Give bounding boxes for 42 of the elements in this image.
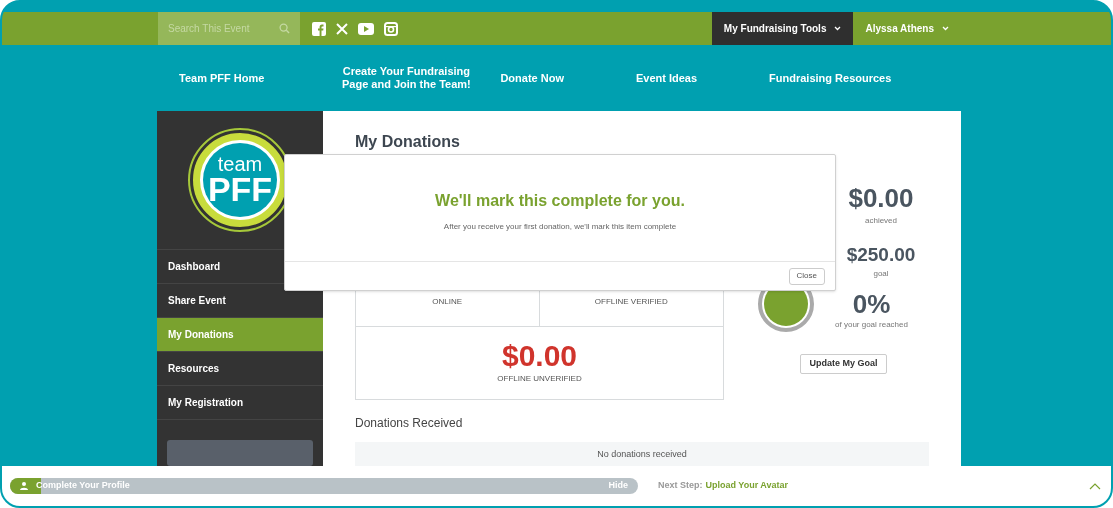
goal-amount: $250.00 — [846, 245, 916, 264]
logo-text: team — [217, 153, 263, 174]
amount-label: ONLINE — [432, 296, 463, 308]
menu-dropdown[interactable]: My Fundraising Tools — [711, 12, 854, 45]
logo-text: PFF — [207, 171, 273, 206]
youtube-icon[interactable] — [358, 22, 374, 35]
goal-percent-label: of your goal reached — [835, 319, 908, 331]
modal-title: We'll mark this complete for you. — [435, 191, 685, 211]
achieved-amount: $0.00 — [848, 185, 914, 211]
modal-message: After you receive your first donation, we'll mark this item complete — [443, 221, 677, 233]
update-goal-button[interactable]: Update My Goal — [800, 354, 887, 374]
hide-button[interactable]: Hide — [608, 479, 628, 493]
achieved-label: achieved — [865, 215, 897, 227]
nav-link[interactable]: Fundraising Resources — [757, 71, 904, 85]
next-step-label: Next Step: — [658, 479, 703, 493]
section-title: Donations Received — [355, 415, 464, 432]
empty-message: No donations received — [597, 448, 687, 461]
next-step-link[interactable]: Upload Your Avatar — [705, 479, 789, 493]
search-field[interactable]: Search This Event — [158, 12, 300, 45]
nav-link[interactable]: Team PFF Home — [167, 71, 277, 85]
menu-dropdown[interactable]: Alyssa Athens — [853, 12, 961, 45]
instagram-icon[interactable] — [384, 21, 398, 36]
goal-label: goal — [873, 268, 889, 280]
nav-link[interactable]: Create Your Fundraising Page and Join the Team! — [336, 65, 477, 91]
facebook-icon[interactable] — [312, 21, 326, 36]
search-input: Search This Event — [168, 21, 279, 36]
sidebar-button[interactable] — [167, 439, 313, 466]
chevron-down-icon — [834, 26, 842, 31]
close-button[interactable]: Close — [788, 267, 825, 285]
goal-percent: 0% — [852, 291, 891, 317]
chevron-down-icon — [942, 26, 949, 31]
page-title: My Donations — [355, 132, 461, 152]
amount-label: OFFLINE UNVERIFIED — [497, 373, 582, 385]
search-icon — [279, 23, 290, 34]
nav-link[interactable]: Donate Now — [488, 71, 576, 85]
amount-label: OFFLINE VERIFIED — [594, 296, 668, 308]
amount: $0.00 — [501, 341, 578, 371]
sidebar-item[interactable]: My Donations — [157, 317, 323, 352]
nav-link[interactable]: Event Ideas — [623, 71, 710, 85]
chevron-up-icon[interactable] — [1089, 482, 1101, 490]
person-icon — [20, 482, 28, 490]
x-icon[interactable] — [336, 22, 348, 35]
